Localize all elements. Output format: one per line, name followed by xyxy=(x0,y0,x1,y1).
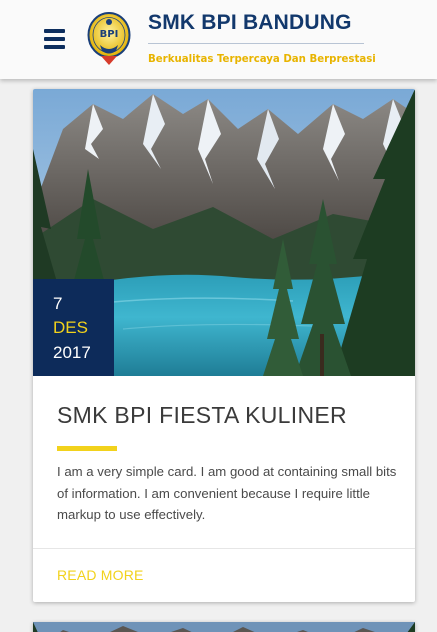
hamburger-menu-icon[interactable] xyxy=(44,29,65,49)
card-text: I am a very simple card. I am good at co… xyxy=(57,464,397,522)
school-tagline: Berkualitas Terpercaya Dan Berprestasi xyxy=(148,54,376,65)
read-more-link[interactable]: READ MORE xyxy=(57,567,144,583)
school-logo[interactable]: BPI xyxy=(87,9,131,67)
date-year: 2017 xyxy=(53,343,91,362)
date-day: 7 xyxy=(53,294,63,313)
date-month: DES xyxy=(53,318,88,337)
school-name: SMK BPI BANDUNG xyxy=(148,11,352,34)
date-badge: 7 DES 2017 xyxy=(33,279,114,376)
next-card-preview[interactable] xyxy=(33,622,415,632)
card-divider xyxy=(33,548,415,549)
header-divider xyxy=(148,43,364,44)
news-card: 7 DES 2017 SMK BPI FIESTA KULINER I am a… xyxy=(33,89,415,602)
app-header: BPI SMK BPI BANDUNG Berkualitas Terperca… xyxy=(0,0,437,79)
next-card-image xyxy=(33,622,415,632)
svg-text:BPI: BPI xyxy=(100,29,119,40)
card-title: SMK BPI FIESTA KULINER xyxy=(57,402,347,428)
title-underline xyxy=(57,446,117,451)
